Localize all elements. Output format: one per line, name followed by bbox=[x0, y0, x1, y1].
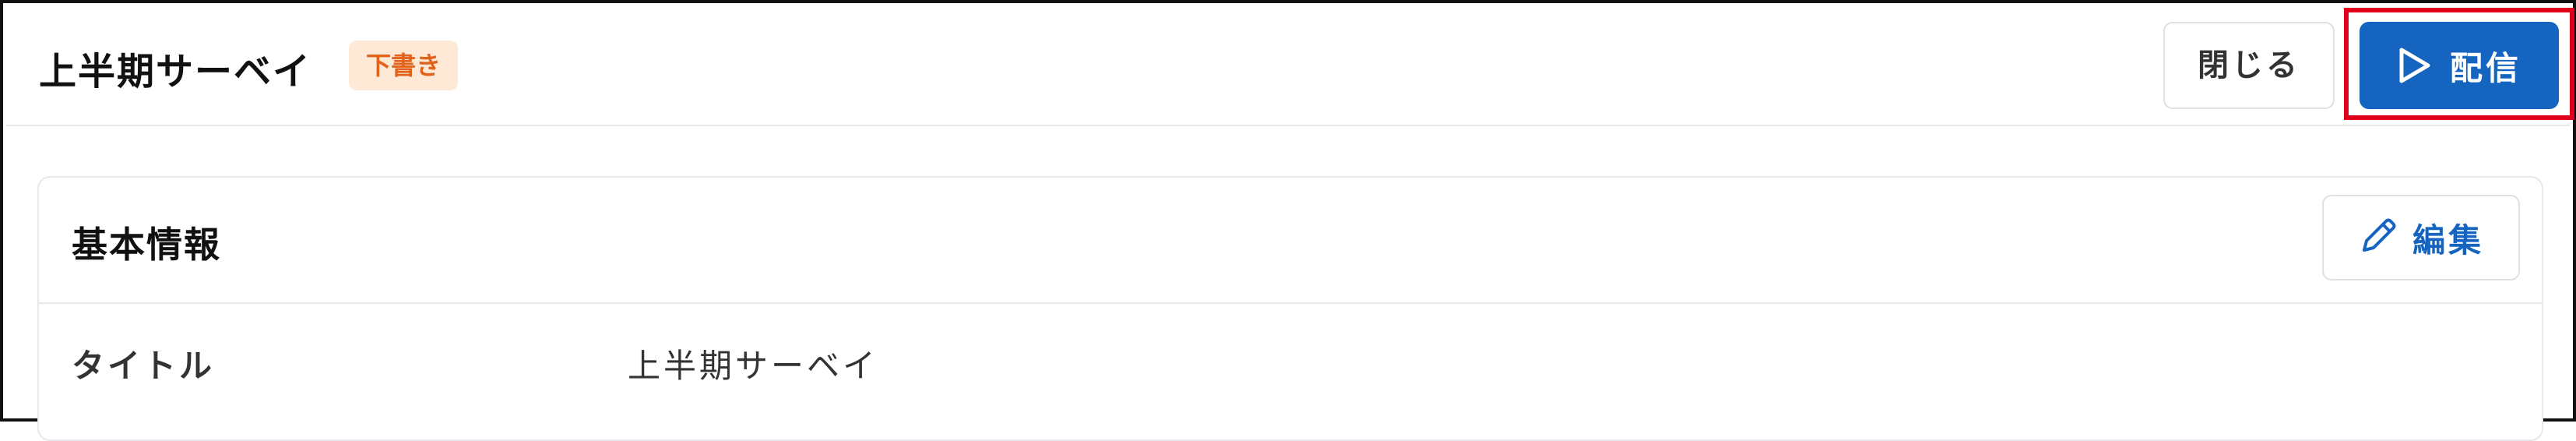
page-title: 上半期サーベイ bbox=[39, 50, 312, 93]
pencil-icon bbox=[2358, 216, 2398, 259]
status-badge: 下書き bbox=[349, 41, 459, 90]
basic-info-card: 基本情報 編集 タイトル 上半期サーベイ bbox=[37, 176, 2543, 441]
card-header: 基本情報 編集 bbox=[39, 178, 2542, 304]
edit-button-label: 編集 bbox=[2412, 220, 2484, 259]
close-button[interactable]: 閉じる bbox=[2163, 22, 2335, 109]
edit-button[interactable]: 編集 bbox=[2322, 195, 2520, 280]
field-value: 上半期サーベイ bbox=[628, 347, 879, 385]
field-label: タイトル bbox=[72, 347, 216, 385]
page-header: 上半期サーベイ 下書き 閉じる 配信 bbox=[6, 6, 2570, 126]
window-frame: 上半期サーベイ 下書き 閉じる 配信 基本情報 編集 タイトル 上半期サーベイ bbox=[0, 0, 2576, 441]
section-title: 基本情報 bbox=[72, 224, 221, 266]
info-row-title: タイトル 上半期サーベイ bbox=[39, 340, 2542, 394]
highlight-annotation bbox=[2344, 8, 2574, 120]
